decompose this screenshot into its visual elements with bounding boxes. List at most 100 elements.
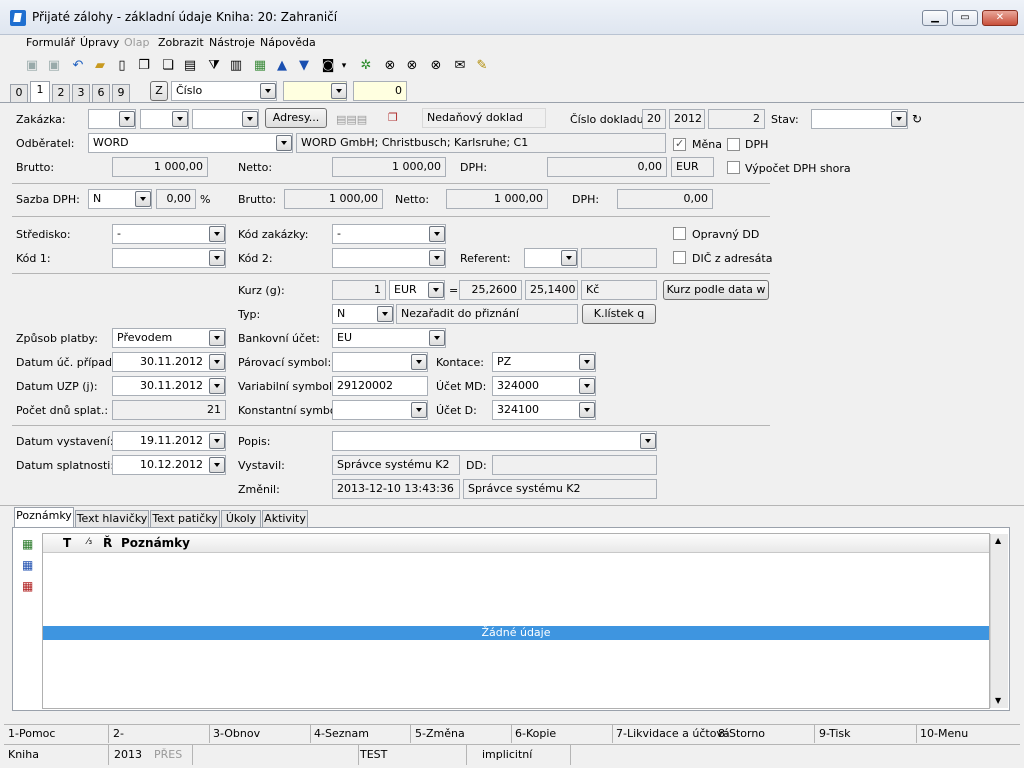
minimize-button[interactable]: ▁ [922,10,948,26]
tab-text-paticky[interactable]: Text patičky [150,510,220,528]
stack-icon[interactable]: ▦ [252,58,268,74]
menu-formular[interactable]: Formulář [26,36,75,49]
vertical-scrollbar[interactable]: ▲ ▼ [990,534,1008,708]
tab-1[interactable]: 1 [30,81,50,102]
col-r[interactable]: Ř [103,536,112,550]
sazba-dropdown[interactable] [135,191,151,207]
stav-dropdown[interactable] [891,111,907,127]
menu-upravy[interactable]: Úpravy [80,36,119,49]
notes-icon[interactable]: ✎ [474,58,490,74]
fkey-9[interactable]: 9-Tisk [819,727,851,740]
new-document-icon[interactable]: ▯ [114,58,130,74]
kod1-dropdown[interactable] [209,250,225,266]
sort-value-input[interactable]: 0 [353,81,407,101]
filter-icon[interactable]: ⧩ [206,58,222,74]
zakazka-dropdown-3[interactable] [242,111,258,127]
paste-icon[interactable]: ❏ [160,58,176,74]
datum-uc-dropdown[interactable] [209,354,225,370]
edit-note-icon[interactable]: ▦ [22,558,33,572]
zakazka-dropdown-2[interactable] [172,111,188,127]
popis-select[interactable] [332,431,657,451]
tree-icon[interactable]: ✲ [358,58,374,74]
arrow-up-icon[interactable]: ▲ [274,58,290,74]
referent-dropdown[interactable] [561,250,577,266]
filter-doc-icon[interactable]: ▥ [228,58,244,74]
refresh-icon[interactable]: ↻ [912,112,922,126]
vypocet-checkbox[interactable] [727,161,740,174]
fkey-8[interactable]: 8-Storno [718,727,765,740]
maximize-button[interactable]: ▭ [952,10,978,26]
fkey-6[interactable]: 6-Kopie [515,727,556,740]
document-icon[interactable]: ❐ [388,111,398,124]
typ-dropdown[interactable] [377,306,393,322]
mena-checkbox[interactable] [673,137,686,151]
copy-icon[interactable]: ❐ [136,58,152,74]
fkey-4[interactable]: 4-Seznam [314,727,369,740]
fkey-7[interactable]: 7-Likvidace a účtová [616,727,730,740]
camera-dropdown-icon[interactable]: ▾ [336,58,352,74]
close-button[interactable]: ✕ [982,10,1018,26]
vs-input[interactable]: 29120002 [332,376,428,396]
menu-zobrazit[interactable]: Zobrazit [158,36,204,49]
bank-dropdown[interactable] [429,330,445,346]
splatnost-dropdown[interactable] [209,457,225,473]
opravny-checkbox[interactable] [673,227,686,240]
klistek-button[interactable]: K.lístek q [582,304,656,324]
col-sort[interactable]: ⁄₃ [87,537,92,547]
tab-3[interactable]: 3 [72,84,90,102]
open-folder-icon[interactable]: ▰ [92,58,108,74]
tab-2[interactable]: 2 [52,84,70,102]
col-t[interactable]: T [63,536,71,550]
add-note-icon[interactable]: ▦ [22,537,33,551]
tab-text-hlavicky[interactable]: Text hlavičky [75,510,149,528]
fkey-10[interactable]: 10-Menu [920,727,968,740]
menu-napoveda[interactable]: Nápověda [260,36,316,49]
save-as-icon[interactable]: ▣ [46,58,62,74]
datum-uzp-dropdown[interactable] [209,378,225,394]
kontace-dropdown[interactable] [579,354,595,370]
ucet-d-dropdown[interactable] [579,402,595,418]
zakazka-dropdown-1[interactable] [119,111,135,127]
kurz-podle-data-button[interactable]: Kurz podle data w [663,280,769,300]
sort-filter-dropdown[interactable] [331,83,347,99]
vystaveni-dropdown[interactable] [209,433,225,449]
tab-aktivity[interactable]: Aktivity [262,510,308,528]
fkey-3[interactable]: 3-Obnov [213,727,260,740]
popis-dropdown[interactable] [640,433,656,449]
menu-olap[interactable]: Olap [124,36,149,49]
sort-field-dropdown[interactable] [260,83,276,99]
fkey-5[interactable]: 5-Změna [415,727,465,740]
kod-zakazky-dropdown[interactable] [429,226,445,242]
ucet-md-dropdown[interactable] [579,378,595,394]
fkey-2[interactable]: 2- [113,727,124,740]
ks-dropdown[interactable] [411,402,427,418]
stredisko-dropdown[interactable] [209,226,225,242]
odberatel-dropdown[interactable] [276,135,292,151]
tab-6[interactable]: 6 [92,84,110,102]
parovaci-dropdown[interactable] [411,354,427,370]
tab-9[interactable]: 9 [112,84,130,102]
zpusob-dropdown[interactable] [209,330,225,346]
binoculars-icon[interactable]: ⊗ [382,58,398,74]
fkey-1[interactable]: 1-Pomoc [8,727,55,740]
col-poznamky[interactable]: Poznámky [121,536,190,550]
tab-ukoly[interactable]: Úkoly [221,510,261,528]
arrow-down-icon[interactable]: ▼ [296,58,312,74]
mail-icon[interactable]: ✉ [452,58,468,74]
book-icon[interactable]: ▤ [182,58,198,74]
dic-checkbox[interactable] [673,251,686,264]
scroll-up-icon[interactable]: ▲ [995,536,1001,545]
scroll-down-icon[interactable]: ▼ [995,696,1001,705]
tab-0[interactable]: 0 [10,84,28,102]
tab-poznamky[interactable]: Poznámky [14,507,74,528]
odberatel-select[interactable]: WORD [88,133,293,153]
save-icon[interactable]: ▣ [24,58,40,74]
undo-icon[interactable]: ↶ [70,58,86,74]
delete-note-icon[interactable]: ▦ [22,579,33,593]
kurz-currency-dropdown[interactable] [428,282,444,298]
dph-checkbox[interactable] [727,138,740,151]
binoculars-prev-icon[interactable]: ⊗ [428,58,444,74]
sort-key-button[interactable]: Z [150,81,168,101]
menu-nastroje[interactable]: Nástroje [209,36,255,49]
adresy-button[interactable]: Adresy... [265,108,327,128]
